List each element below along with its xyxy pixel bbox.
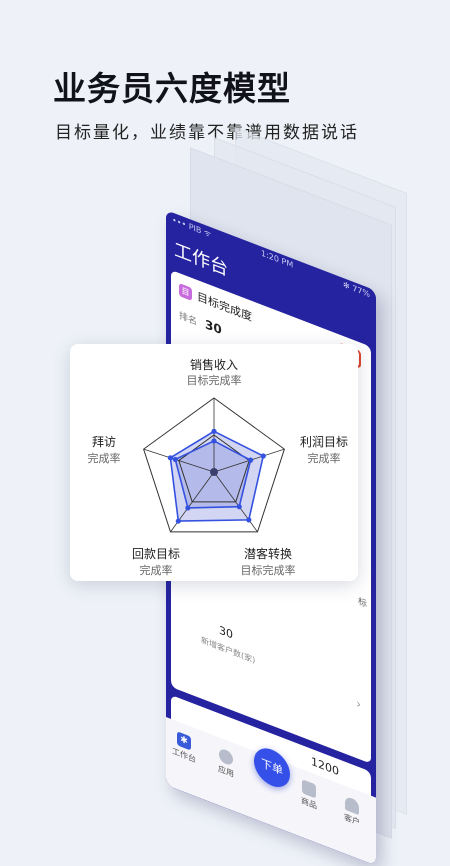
radar-chart-card: 销售收入 目标完成率 利润目标 完成率 潜客转换 目标完成率 回款目标 完成率 …: [70, 344, 358, 581]
chevron-right-icon[interactable]: ›: [356, 696, 361, 712]
radar-point: [260, 453, 266, 459]
products-icon: [302, 779, 316, 799]
tab-label: 商品: [301, 795, 317, 811]
workbench-icon: ✱: [177, 731, 191, 751]
tab-workbench[interactable]: ✱ 工作台: [172, 729, 196, 765]
axis-sub-sales-revenue: 目标完成率: [186, 374, 242, 387]
radar-point: [167, 455, 173, 461]
radar-point: [246, 517, 252, 523]
axis-title-profit: 利润目标: [299, 435, 349, 449]
tab-label: 应用: [218, 763, 234, 780]
radar-point: [211, 438, 217, 444]
axis-title-sales-revenue: 销售收入: [189, 358, 239, 372]
rank-value: 30: [205, 316, 222, 338]
axis-title-collection: 回款目标: [131, 547, 181, 561]
rank-label: 排名: [179, 310, 198, 328]
tab-products[interactable]: 商品: [301, 779, 317, 812]
tab-customers[interactable]: 客户: [344, 795, 360, 828]
card-edge-label: 标: [357, 596, 367, 611]
axis-title-visits: 拜访: [91, 435, 117, 449]
radar-point: [236, 504, 242, 510]
radar-point: [175, 518, 181, 524]
axis-sub-profit: 完成率: [307, 452, 341, 465]
axis-sub-prospect-conversion: 目标完成率: [240, 564, 296, 577]
radar-point: [247, 457, 254, 463]
subheadline: 目标量化，业绩靠不靠谱用数据说话: [55, 123, 359, 143]
tab-apps[interactable]: 应用: [218, 747, 234, 780]
radar-center-dot: [210, 468, 218, 476]
radar-point: [172, 456, 178, 463]
axis-title-prospect-conversion: 潜客转换: [243, 547, 293, 561]
new-customers-value: 30: [219, 623, 233, 642]
headline: 业务员六度模型: [53, 69, 291, 108]
radar-point: [185, 505, 191, 511]
target-icon: 目: [179, 282, 192, 301]
axis-sub-collection: 完成率: [139, 564, 173, 577]
customer-icon: [345, 795, 359, 816]
tab-label: 工作台: [172, 746, 196, 765]
apps-icon: [219, 747, 233, 767]
radar-point: [211, 428, 217, 434]
axis-sub-visits: 完成率: [87, 452, 121, 465]
